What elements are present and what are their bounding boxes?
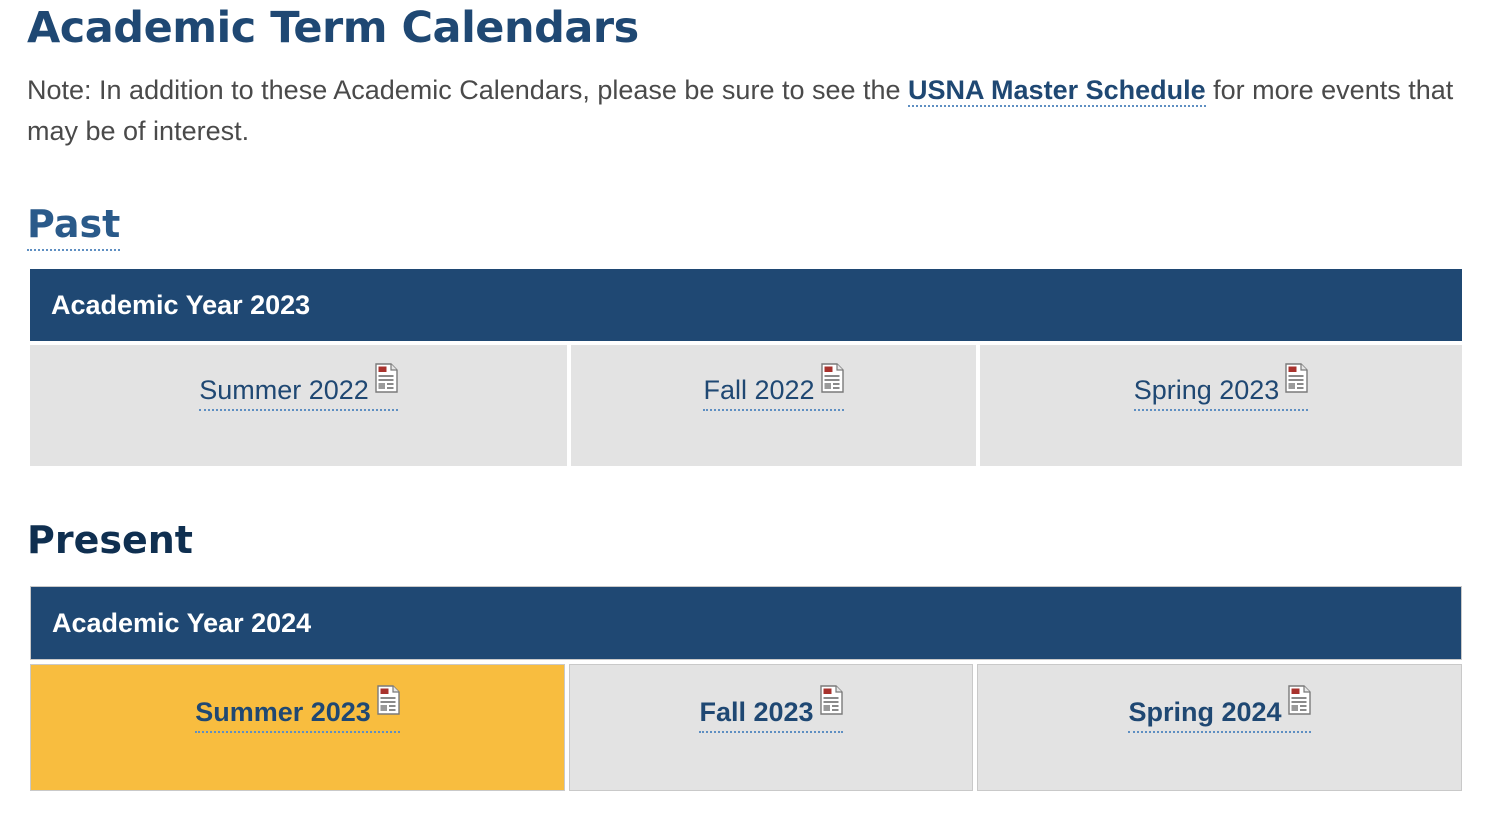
academic-year-header: Academic Year 2023 bbox=[30, 269, 1462, 341]
term-link-summer-2022[interactable]: Summer 2022 bbox=[199, 363, 398, 411]
term-label: Spring 2023 bbox=[1133, 375, 1280, 405]
note-paragraph: Note: In addition to these Academic Cale… bbox=[27, 70, 1472, 152]
term-cell-spring-2023: Spring 2023 bbox=[980, 345, 1462, 466]
term-label: Fall 2023 bbox=[699, 697, 814, 727]
document-icon bbox=[819, 685, 843, 725]
document-icon bbox=[1285, 363, 1309, 403]
academic-year-2023-table: Academic Year 2023 Summer 2022 Fall 2022… bbox=[26, 265, 1466, 470]
term-label: Fall 2022 bbox=[703, 375, 815, 405]
term-link-fall-2022[interactable]: Fall 2022 bbox=[703, 363, 844, 411]
term-cell-summer-2022: Summer 2022 bbox=[30, 345, 567, 466]
term-label: Spring 2024 bbox=[1128, 697, 1282, 727]
term-cell-summer-2023: Summer 2023 bbox=[30, 664, 565, 791]
document-icon bbox=[377, 685, 400, 725]
term-link-summer-2023[interactable]: Summer 2023 bbox=[195, 685, 400, 733]
document-icon bbox=[375, 363, 398, 403]
section-heading-past[interactable]: Past bbox=[27, 200, 121, 251]
term-link-spring-2024[interactable]: Spring 2024 bbox=[1128, 685, 1311, 733]
section-heading-present: Present bbox=[27, 518, 193, 562]
term-link-spring-2023[interactable]: Spring 2023 bbox=[1133, 363, 1309, 411]
term-cell-fall-2022: Fall 2022 bbox=[571, 345, 976, 466]
document-icon bbox=[1287, 685, 1311, 725]
usna-master-schedule-link[interactable]: USNA Master Schedule bbox=[908, 75, 1206, 107]
document-icon bbox=[820, 363, 844, 403]
term-label: Summer 2022 bbox=[199, 375, 369, 405]
term-cell-spring-2024: Spring 2024 bbox=[977, 664, 1462, 791]
page-title: Academic Term Calendars bbox=[27, 3, 639, 53]
term-cell-fall-2023: Fall 2023 bbox=[569, 664, 973, 791]
term-label: Summer 2023 bbox=[195, 697, 371, 727]
academic-year-2024-table: Academic Year 2024 Summer 2023 Fall 2023… bbox=[26, 582, 1466, 795]
academic-year-header: Academic Year 2024 bbox=[30, 586, 1462, 660]
term-link-fall-2023[interactable]: Fall 2023 bbox=[699, 685, 843, 733]
note-prefix: Note: In addition to these Academic Cale… bbox=[27, 75, 909, 105]
